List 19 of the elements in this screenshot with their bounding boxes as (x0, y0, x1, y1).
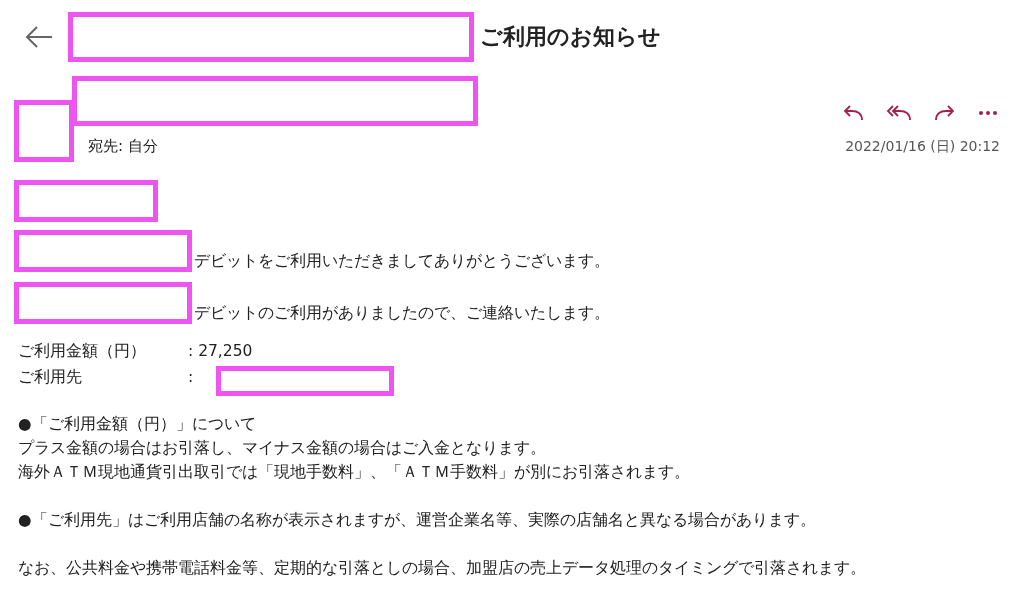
message-text: デビットをご利用いただきましてありがとうございます。 (194, 251, 610, 272)
detail-value: : (188, 368, 195, 386)
reply-all-icon[interactable] (886, 104, 912, 122)
message-date: 2022/01/16 (日) 20:12 (845, 138, 1000, 156)
back-icon[interactable] (24, 25, 54, 49)
message-text: デビットのご利用がありましたので、ご連絡いたします。 (194, 303, 610, 324)
detail-label: ご利用先 (18, 366, 83, 388)
detail-value: : 27,250 (188, 342, 253, 360)
reply-icon[interactable] (842, 104, 864, 122)
more-icon[interactable] (978, 110, 998, 116)
message-text: ●「ご利用先」はご利用店舗の名称が表示されますが、運営企業名等、実際の店舗名と異なる場合があります。 (18, 510, 817, 531)
recipient-label: 宛先: 自分 (88, 137, 158, 156)
message-text: プラス金額の場合はお引落し、マイナス金額の場合はご入金となります。 (18, 438, 547, 459)
message-text: ●「ご利用金額（円）」について (18, 414, 257, 435)
forward-icon[interactable] (934, 104, 956, 122)
subject-title: ご利用のお知らせ (480, 23, 661, 51)
message-text: なお、公共料金や携帯電話料金等、定期的な引落としの場合、加盟店の売上データ処理のタイミングで引落されます。 (18, 558, 867, 579)
message-text: 海外ＡＴＭ現地通貨引出取引では「現地手数料」、「ＡＴＭ手数料」が別にお引落されます。 (18, 462, 691, 483)
detail-label: ご利用金額（円） (18, 340, 147, 362)
